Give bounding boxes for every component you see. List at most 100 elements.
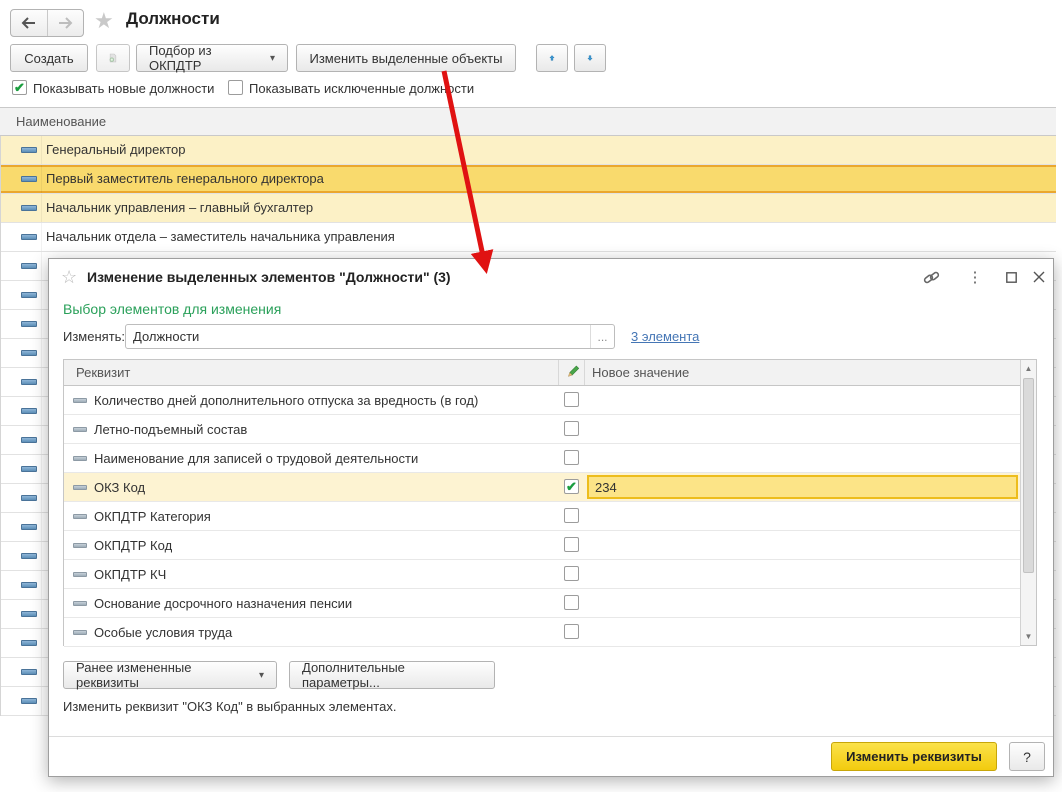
- attribute-name: ОКПДТР Код: [94, 538, 172, 553]
- position-item-icon: [21, 611, 37, 617]
- change-target-value: Должности: [126, 329, 590, 344]
- attribute-checkbox[interactable]: [564, 421, 579, 436]
- attribute-item-icon: [73, 427, 87, 432]
- favorite-star-icon[interactable]: ★: [94, 8, 114, 34]
- maximize-icon: [1006, 272, 1017, 283]
- position-item-icon: [21, 234, 37, 240]
- history-buttons: [10, 9, 84, 37]
- attribute-item-icon: [73, 630, 87, 635]
- attribute-row[interactable]: Наименование для записей о трудовой деят…: [64, 444, 1020, 473]
- attribute-name: Основание досрочного назначения пенсии: [94, 596, 352, 611]
- attribute-name: Особые условия труда: [94, 625, 232, 640]
- attributes-table-header[interactable]: Реквизит Новое значение: [64, 360, 1020, 386]
- attribute-row[interactable]: Летно-подъемный состав: [64, 415, 1020, 444]
- dialog-favorite-star-icon[interactable]: ☆: [61, 267, 77, 288]
- more-menu-button[interactable]: ⋮: [965, 268, 985, 286]
- footer-divider: [49, 736, 1053, 737]
- move-up-button[interactable]: [536, 44, 568, 72]
- list-item[interactable]: Начальник управления – главный бухгалтер: [1, 194, 1056, 223]
- attribute-checkbox[interactable]: [564, 595, 579, 610]
- attribute-row[interactable]: Количество дней дополнительного отпуска …: [64, 386, 1020, 415]
- list-column-header[interactable]: Наименование: [0, 107, 1056, 136]
- attribute-item-icon: [73, 456, 87, 461]
- change-field-label: Изменять:: [63, 329, 125, 344]
- position-name: Начальник отдела – заместитель начальник…: [46, 229, 395, 244]
- attribute-row[interactable]: ОКПДТР Категория: [64, 502, 1020, 531]
- attribute-item-icon: [73, 514, 87, 519]
- attribute-item-icon: [73, 485, 87, 490]
- nav-row: ★ Должности: [0, 0, 1062, 40]
- list-item[interactable]: Начальник отдела – заместитель начальник…: [1, 223, 1056, 252]
- position-item-icon: [21, 437, 37, 443]
- choose-button[interactable]: ...: [590, 325, 614, 348]
- scrollbar-thumb[interactable]: [1023, 378, 1034, 573]
- previous-attrs-label: Ранее измененные реквизиты: [76, 660, 253, 690]
- scroll-up-icon[interactable]: ▲: [1021, 361, 1036, 376]
- new-value-input[interactable]: 234: [587, 475, 1018, 499]
- back-button[interactable]: [11, 10, 47, 36]
- copy-icon: [109, 50, 117, 66]
- attribute-name: Количество дней дополнительного отпуска …: [94, 393, 478, 408]
- attribute-checkbox[interactable]: [564, 392, 579, 407]
- attribute-checkbox[interactable]: [564, 566, 579, 581]
- additional-params-button[interactable]: Дополнительные параметры...: [289, 661, 495, 689]
- attribute-name: ОКПДТР КЧ: [94, 567, 166, 582]
- attribute-checkbox[interactable]: [564, 508, 579, 523]
- table-scrollbar[interactable]: ▲ ▼: [1020, 360, 1036, 645]
- attribute-row[interactable]: Основание досрочного назначения пенсии: [64, 589, 1020, 618]
- previous-attrs-button[interactable]: Ранее измененные реквизиты ▾: [63, 661, 277, 689]
- show-new-positions-checkbox[interactable]: ✔: [12, 80, 27, 95]
- maximize-button[interactable]: [1001, 268, 1021, 286]
- bulk-edit-label: Изменить выделенные объекты: [310, 51, 503, 66]
- attribute-row[interactable]: ОКЗ Код ✔ 234: [64, 473, 1020, 502]
- selected-elements-link[interactable]: 3 элемента: [631, 329, 699, 344]
- chevron-down-icon: ▾: [259, 670, 264, 681]
- attribute-item-icon: [73, 601, 87, 606]
- kebab-icon: ⋮: [968, 268, 983, 286]
- position-item-icon: [21, 321, 37, 327]
- attribute-row[interactable]: ОКПДТР Код: [64, 531, 1020, 560]
- forward-button[interactable]: [47, 10, 84, 36]
- attribute-checkbox[interactable]: [564, 450, 579, 465]
- pencil-icon: [565, 364, 580, 383]
- copy-button[interactable]: [96, 44, 130, 72]
- attribute-checkbox[interactable]: ✔: [564, 479, 579, 494]
- attribute-checkbox[interactable]: [564, 624, 579, 639]
- close-icon: [1033, 271, 1045, 283]
- position-item-icon: [21, 553, 37, 559]
- show-excluded-positions-checkbox[interactable]: [228, 80, 243, 95]
- attributes-table: Реквизит Новое значение Количество дней …: [63, 359, 1037, 646]
- attribute-item-icon: [73, 398, 87, 403]
- attribute-name: ОКЗ Код: [94, 480, 145, 495]
- position-item-icon: [21, 379, 37, 385]
- attribute-row[interactable]: ОКПДТР КЧ: [64, 560, 1020, 589]
- app-window: ★ Должности Создать Подбор из ОКПДТР ▾ И…: [0, 0, 1062, 792]
- bulk-edit-button[interactable]: Изменить выделенные объекты: [296, 44, 516, 72]
- position-name: Начальник управления – главный бухгалтер: [46, 200, 313, 215]
- check-icon: ✔: [14, 80, 25, 95]
- close-button[interactable]: [1029, 268, 1049, 286]
- attribute-row[interactable]: Особые условия труда: [64, 618, 1020, 647]
- get-link-button[interactable]: [921, 268, 941, 286]
- change-target-input[interactable]: Должности ...: [125, 324, 615, 349]
- position-item-icon: [21, 495, 37, 501]
- list-item[interactable]: Генеральный директор: [1, 136, 1056, 165]
- scroll-down-icon[interactable]: ▼: [1021, 629, 1036, 644]
- arrow-up-icon: [549, 51, 555, 65]
- position-item-icon: [21, 466, 37, 472]
- help-button[interactable]: ?: [1009, 742, 1045, 771]
- check-icon: ✔: [566, 479, 577, 494]
- arrow-down-icon: [587, 51, 593, 65]
- create-button[interactable]: Создать: [10, 44, 88, 72]
- submit-button[interactable]: Изменить реквизиты: [831, 742, 997, 771]
- show-new-positions-label: Показывать новые должности: [33, 81, 214, 96]
- attribute-item-icon: [73, 572, 87, 577]
- dialog-title: Изменение выделенных элементов "Должност…: [87, 269, 451, 285]
- list-item[interactable]: Первый заместитель генерального директор…: [1, 165, 1056, 194]
- attribute-checkbox[interactable]: [564, 537, 579, 552]
- position-item-icon: [21, 582, 37, 588]
- pick-from-okpdtr-button[interactable]: Подбор из ОКПДТР ▾: [136, 44, 288, 72]
- move-down-button[interactable]: [574, 44, 606, 72]
- help-icon: ?: [1023, 749, 1031, 765]
- position-item-icon: [21, 205, 37, 211]
